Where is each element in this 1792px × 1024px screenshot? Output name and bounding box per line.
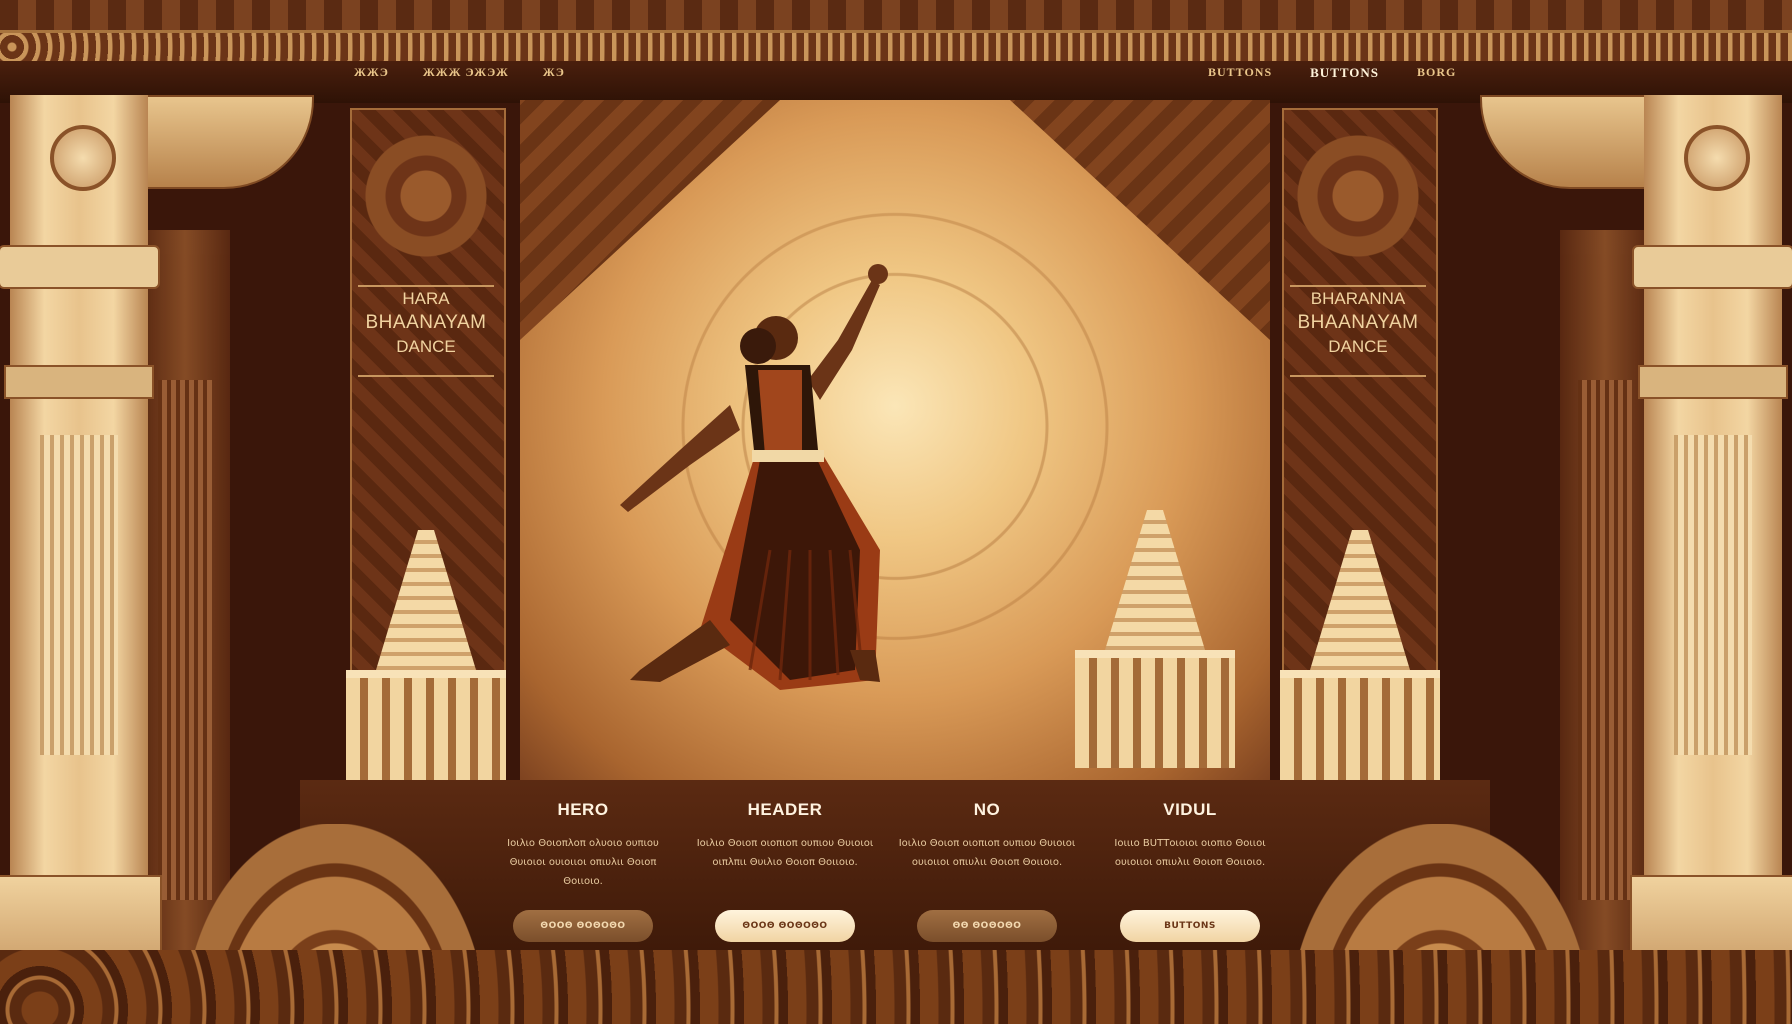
nav-left-group: ЖЖЭ ЖЖЖ ЭЖЭЖ ЖЭ: [354, 65, 565, 80]
top-frieze-beads: [0, 33, 1792, 63]
nav-right-group: BUTTONS BUTTONS BORG: [1208, 65, 1456, 81]
bottom-ornament-band: [0, 950, 1792, 1024]
feature-description: Ιοιλιο Θοιοπ οιοπιοπ ουπιου Θυιοιοι οιπλ…: [696, 838, 874, 868]
pillar-capital: [0, 245, 160, 289]
panel-ornament-icon: [362, 116, 490, 276]
nav-link-buttons-1[interactable]: BUTTONS: [1208, 65, 1272, 81]
panel-title-line: DANCE: [1328, 337, 1388, 356]
nav-link-3[interactable]: ЖЭ: [543, 65, 565, 80]
panel-title-line: BHAANAYAM: [365, 312, 487, 333]
feature-description: Ιοιλιο Θοιοπ οιοπιοπ ουπιου Θυιοιοι ουιο…: [898, 838, 1076, 868]
feature-description: Ιοιιιο BUTΤοιοιοι οιοπιο Θοιιοι ουιοιιοι…: [1114, 838, 1266, 868]
nav-link-2[interactable]: ЖЖЖ ЭЖЭЖ: [423, 65, 509, 80]
pillar-right: [1630, 95, 1792, 1024]
feature-description: Ιοιλιο Θοιοπλοπ ολυοιο ουπιου Θυιοιοι ου…: [507, 838, 659, 887]
feature-card: NO Ιοιλιο Θοιοπ οιοπιοπ ουπιου Θυιοιοι ο…: [897, 800, 1077, 942]
panel-title-line: BHAANAYAM: [1297, 312, 1419, 333]
feature-heading: VIDUL: [1163, 800, 1217, 819]
nav-link-1[interactable]: ЖЖЭ: [354, 65, 389, 80]
temple-icon: [1280, 530, 1440, 788]
top-frieze: [0, 0, 1792, 33]
panel-ornament-icon: [1294, 116, 1422, 276]
feature-heading: HERO: [557, 800, 609, 819]
panel-title-line: DANCE: [396, 337, 456, 356]
pillar-left: [0, 95, 162, 1024]
feature-heading: NO: [973, 800, 1001, 819]
panel-title-line: BHARANNA: [1310, 289, 1406, 308]
feature-heading: HEADER: [747, 800, 823, 819]
feature-card: HEADER Ιοιλιο Θοιοπ οιοπιοπ ουπιου Θυιοι…: [695, 800, 875, 942]
pillar-ring: [1638, 365, 1788, 399]
panel-title-line: HARA: [402, 289, 450, 308]
dancer-figure: [620, 264, 888, 690]
pillar-medallion-icon: [1684, 125, 1750, 191]
carved-bracket-left: [120, 95, 314, 189]
pillar-medallion-icon: [50, 125, 116, 191]
feature-card: VIDUL Ιοιιιο BUTΤοιοιοι οιοπιο Θοιιοι ου…: [1100, 800, 1280, 942]
feature-button[interactable]: ΘΟΟΘ ΘΟΘΟΘΟ: [715, 910, 855, 942]
feature-card: HERO Ιοιλιο Θοιοπλοπ ολυοιο ουπιου Θυιοι…: [493, 800, 673, 942]
pillar-ring: [4, 365, 154, 399]
nav-link-buttons-2[interactable]: BUTTONS: [1310, 65, 1379, 81]
feature-button[interactable]: ΘΟΟΘ ΘΟΘΟΘΟ: [513, 910, 653, 942]
panel-title-right: BHARANNA BHAANAYAM DANCE: [1290, 285, 1426, 377]
feature-button[interactable]: BUTTONS: [1120, 910, 1260, 942]
pillar-capital: [1632, 245, 1792, 289]
panel-title-left: HARA BHAANAYAM DANCE: [358, 285, 494, 377]
feature-button[interactable]: ΘΘ ΘΟΘΟΘΟ: [917, 910, 1057, 942]
temple-icon: [346, 530, 506, 788]
nav-link-borg[interactable]: BORG: [1417, 65, 1456, 81]
temple-icon: [1075, 510, 1235, 768]
